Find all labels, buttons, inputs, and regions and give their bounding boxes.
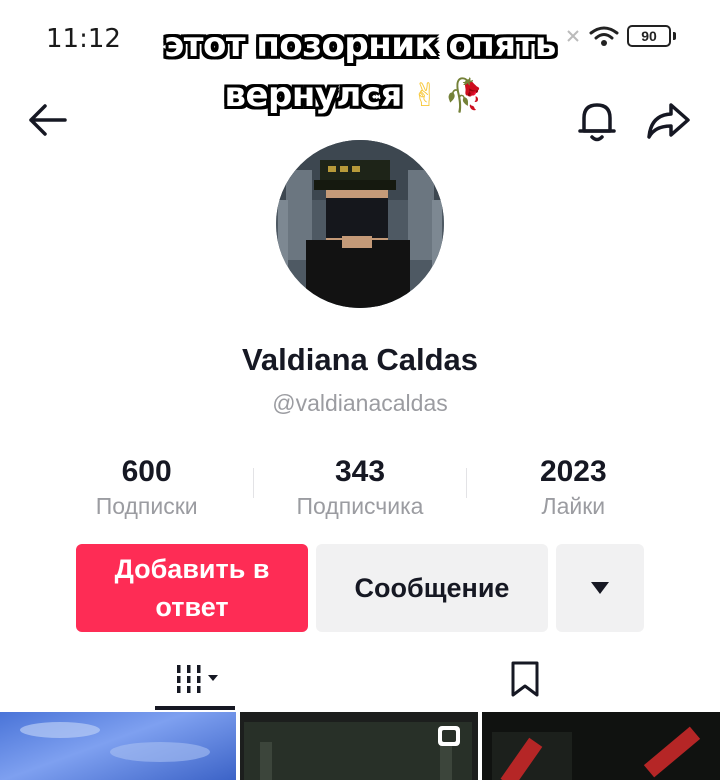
bell-icon bbox=[578, 103, 616, 142]
stat-likes-label: Лайки bbox=[541, 493, 606, 519]
avatar-image bbox=[276, 140, 444, 308]
notifications-button[interactable] bbox=[572, 96, 622, 146]
share-arrow-icon bbox=[647, 103, 690, 139]
active-tab-indicator bbox=[155, 706, 235, 710]
stat-likes-value: 2023 bbox=[539, 455, 607, 488]
caption-line-2-text: вернулся bbox=[224, 75, 402, 115]
thumbnail-image bbox=[482, 712, 720, 780]
video-thumbnail[interactable] bbox=[482, 712, 720, 780]
display-name: Valdiana Caldas bbox=[241, 342, 479, 377]
grid-bars-icon bbox=[173, 665, 218, 693]
stat-following-value: 600 bbox=[121, 455, 172, 488]
message-button[interactable]: Сообщение bbox=[316, 544, 548, 632]
tab-videos[interactable] bbox=[150, 646, 240, 712]
stat-followers-label: Подписчика bbox=[296, 493, 424, 519]
stat-followers-value: 343 bbox=[334, 455, 386, 488]
avatar[interactable] bbox=[276, 140, 444, 308]
thumbnail-image bbox=[20, 722, 210, 762]
thumbnail-image bbox=[244, 722, 472, 780]
content-tab-bar bbox=[0, 646, 720, 712]
wilted-rose-emoji: 🥀 bbox=[444, 76, 484, 114]
victory-hand-emoji: ✌ bbox=[411, 76, 439, 114]
bookmark-icon bbox=[511, 661, 539, 697]
video-grid bbox=[0, 712, 720, 780]
caption-line-1: этот позорник опять bbox=[164, 25, 556, 65]
more-options-button[interactable] bbox=[556, 544, 644, 632]
triangle-down-icon bbox=[591, 582, 609, 594]
profile-stats: 600 Подписки 343 Подписчика 2023 Лайки bbox=[40, 454, 680, 524]
stat-likes[interactable]: 2023 Лайки bbox=[467, 454, 680, 524]
stat-followers[interactable]: 343 Подписчика bbox=[253, 454, 467, 524]
username-handle: @valdianacaldas bbox=[272, 390, 448, 416]
stat-following[interactable]: 600 Подписки bbox=[40, 454, 253, 524]
arrow-left-icon bbox=[29, 104, 67, 136]
tab-saved[interactable] bbox=[480, 646, 570, 712]
follow-back-button[interactable]: Добавить в ответ bbox=[76, 544, 308, 632]
back-button[interactable] bbox=[22, 98, 72, 142]
stat-following-label: Подписки bbox=[95, 493, 198, 519]
video-thumbnail[interactable] bbox=[0, 712, 236, 780]
share-button[interactable] bbox=[642, 96, 694, 146]
video-thumbnail[interactable] bbox=[240, 712, 478, 780]
stat-divider bbox=[253, 468, 255, 498]
